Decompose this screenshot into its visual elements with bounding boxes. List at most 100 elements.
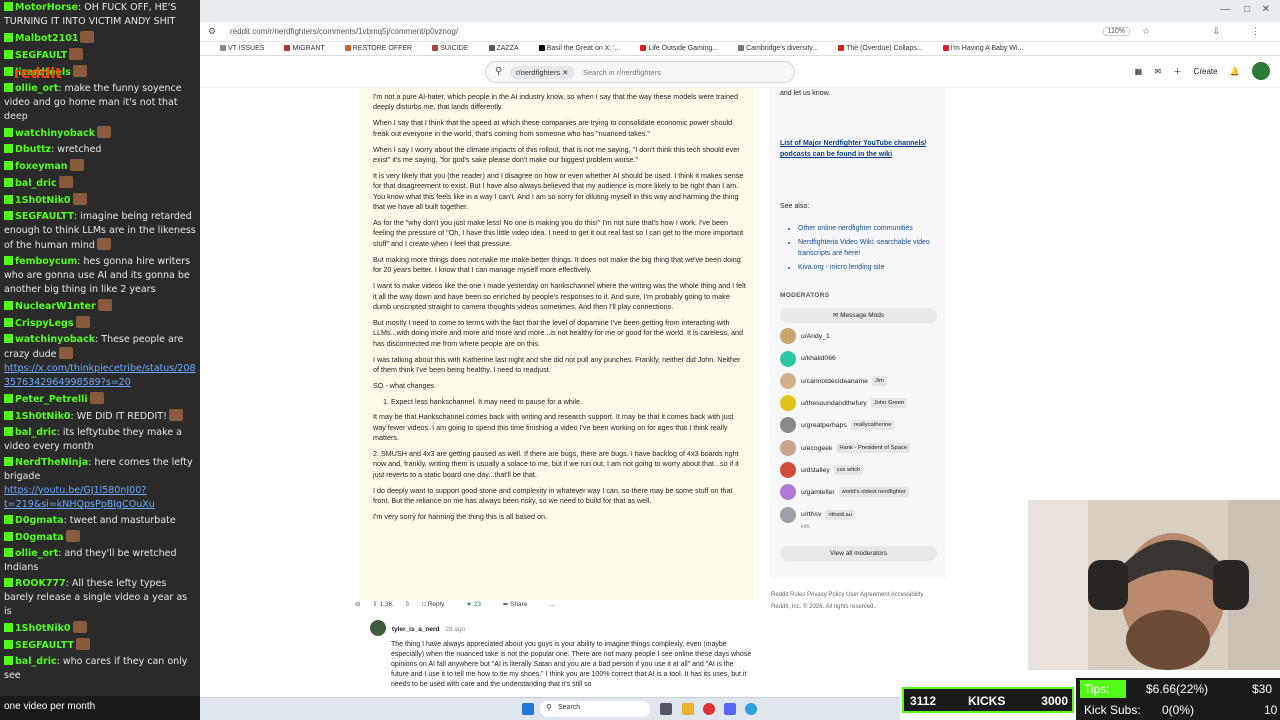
moderator-name[interactable]: u/rthsv [801, 511, 821, 518]
chat-username[interactable]: ollie_ort [15, 83, 58, 94]
chat-username[interactable]: watchinyoback [15, 334, 95, 345]
avatar[interactable] [780, 372, 796, 389]
chat-username[interactable]: Malbot2101 [15, 33, 78, 44]
bookmark-item[interactable]: VT ISSUES [210, 42, 264, 55]
chat-username[interactable]: Dbuttz [15, 144, 51, 155]
app-icon[interactable] [745, 703, 757, 715]
youtube-wiki-link[interactable]: List of Major Nerdfighter YouTube channe… [780, 138, 930, 160]
bookmark-item[interactable]: Life Outside Gaming... [630, 42, 718, 55]
chat-username[interactable]: MotorHorse [15, 2, 78, 13]
moderator-row[interactable]: u/rthsv rithsid.au [780, 506, 855, 524]
moderator-name[interactable]: u/ecogeek [801, 445, 832, 452]
chat-username[interactable]: NerdTheNinja [15, 457, 88, 468]
see-also-link[interactable]: Other online nerdfighter communities [798, 223, 940, 234]
chat-username[interactable]: D0gmata [15, 532, 64, 543]
moderator-name[interactable]: u/gamteller [801, 489, 835, 496]
chat-link[interactable]: https://x.com/thinkpiecetribe/status/208… [4, 363, 196, 388]
comment-author[interactable]: tyler_is_a_nerd [392, 626, 440, 633]
bookmark-item[interactable]: SUICIDE [422, 42, 469, 55]
see-also-link[interactable]: Kiva.org - micro lending site [798, 262, 940, 273]
avatar[interactable] [370, 620, 386, 636]
chat-username[interactable]: CrispyLegs [15, 318, 74, 329]
ads-icon[interactable]: ▦ [1135, 67, 1143, 76]
maximize-icon[interactable]: □ [1244, 4, 1250, 15]
moderator-name[interactable]: u/greatperhaps [801, 422, 847, 429]
moderator-name[interactable]: u/thesoundandthefury [801, 400, 867, 407]
chat-username[interactable]: femboycum [15, 256, 77, 267]
chat-username[interactable]: SEGFAULT [15, 50, 67, 61]
chat-username[interactable]: SEGFAULTT [15, 211, 74, 222]
award-button[interactable]: ★ 23 [466, 600, 491, 608]
chat-username[interactable]: 1Sh0tNik0 [15, 623, 71, 634]
moderator-row[interactable]: u/ecogeek Hank - President of Space [780, 439, 911, 458]
bookmark-item[interactable]: The (Overdue) Collaps... [828, 42, 923, 55]
collapse-icon[interactable]: ⊖ [355, 600, 360, 608]
address-bar[interactable]: ⚙ reddit.com/r/nerdfighters/comments/1vb… [200, 22, 1280, 42]
chat-username[interactable]: watchinyoback [15, 128, 95, 139]
chat-username[interactable]: bal_dric [15, 656, 57, 667]
chat-link[interactable]: https://youtu.be/GJ1l580nJ00?t=219&si=kN… [4, 485, 155, 510]
chat-username[interactable]: bal_dric [15, 178, 57, 189]
see-also-link[interactable]: Nerdfighteria Video Wiki: searchable vid… [798, 237, 940, 259]
chat-icon[interactable]: ✉ [1154, 67, 1161, 76]
discord-icon[interactable] [724, 703, 736, 715]
chat-username[interactable]: Peter_Petrelli [15, 394, 88, 405]
avatar[interactable] [780, 484, 796, 501]
upvote-button[interactable]: ⇧ 1.3K ⇩ [372, 600, 410, 608]
url-text[interactable]: reddit.com/r/nerdfighters/comments/1vbmq… [230, 27, 458, 36]
windows-start-icon[interactable] [522, 703, 534, 715]
create-button[interactable]: ＋ Create [1173, 66, 1217, 77]
footer-links[interactable]: Reddit Rules Privacy Policy User Agreeme… [771, 589, 951, 601]
share-button[interactable]: ➦ Share [503, 600, 538, 608]
bookmark-item[interactable]: ZAZZA [479, 42, 519, 55]
search-bar[interactable]: ⚲ r/nerdfighters ✕ Search in r/nerdfight… [485, 61, 795, 83]
site-info-icon[interactable]: ⚙ [208, 26, 216, 37]
moderator-row[interactable]: u/thesoundandthefury John Green [780, 395, 908, 413]
bookmark-item[interactable]: Cambridge's diversity... [728, 42, 818, 55]
reply-button[interactable]: □ Reply [422, 601, 454, 608]
chat-username[interactable]: SEGFAULTT [15, 640, 74, 651]
avatar[interactable] [780, 350, 796, 367]
avatar[interactable] [780, 462, 796, 478]
moderator-name[interactable]: u/cannotdecideaname [801, 378, 868, 385]
chat-username[interactable]: D0gmata [15, 515, 64, 526]
notification-icon[interactable]: 🔔 [1230, 67, 1240, 76]
chat-username[interactable]: 1Sh0tNik0 [15, 411, 71, 422]
bookmark-item[interactable]: I'm Having A Baby Wi... [933, 42, 1023, 55]
moderator-row[interactable]: u/gamteller world's oldest nerdfighter [780, 484, 909, 502]
view-all-moderators-button[interactable]: View all moderators [780, 546, 937, 561]
menu-icon[interactable]: ⋮ [1251, 26, 1260, 37]
star-icon[interactable]: ☆ [1142, 26, 1150, 37]
moderator-row[interactable]: u/Andy_1 [780, 328, 830, 346]
more-button[interactable]: ... [549, 601, 554, 608]
moderator-name[interactable]: u/Andy_1 [801, 333, 830, 340]
avatar[interactable] [780, 506, 796, 523]
message-mods-button[interactable]: ✉ Message Mods [780, 308, 937, 323]
file-explorer-icon[interactable] [682, 703, 694, 715]
chat-username[interactable]: foxeyman [15, 161, 68, 172]
avatar[interactable] [780, 417, 796, 434]
avatar[interactable] [780, 395, 796, 412]
chat-username[interactable]: bal_dric [15, 427, 57, 438]
moderator-row[interactable]: u/greatperhaps reallycatherine [780, 417, 895, 435]
moderator-name[interactable]: u/khalid066 [801, 355, 836, 362]
bookmark-item[interactable]: RESTORE OFFER [335, 42, 412, 55]
subreddit-chip[interactable]: r/nerdfighters ✕ [510, 66, 575, 79]
moderator-name[interactable]: u/dstalley [801, 467, 830, 474]
chat-username[interactable]: 1Sh0tNik0 [15, 195, 71, 206]
download-icon[interactable]: ⇩ [1212, 26, 1220, 37]
zoom-indicator[interactable]: 110% [1102, 27, 1130, 36]
moderator-row[interactable]: u/cannotdecideaname Jim [780, 372, 887, 391]
bookmark-item[interactable]: MIGRANT [274, 42, 325, 55]
avatar[interactable] [1252, 62, 1270, 80]
moderator-row[interactable]: u/dstalley css witch [780, 462, 864, 480]
avatar[interactable] [780, 439, 796, 456]
chat-username[interactable]: ollie_ort [15, 548, 58, 559]
close-icon[interactable]: ✕ [1262, 4, 1270, 15]
reddit-logo[interactable]: reddit [14, 66, 62, 82]
chrome-icon[interactable] [703, 703, 715, 715]
moderator-row[interactable]: u/khalid066 [780, 350, 836, 368]
bookmark-item[interactable]: Basil the Great on X: '... [529, 42, 620, 55]
task-view-icon[interactable] [660, 703, 672, 715]
chat-username[interactable]: ROOK777 [15, 578, 66, 589]
